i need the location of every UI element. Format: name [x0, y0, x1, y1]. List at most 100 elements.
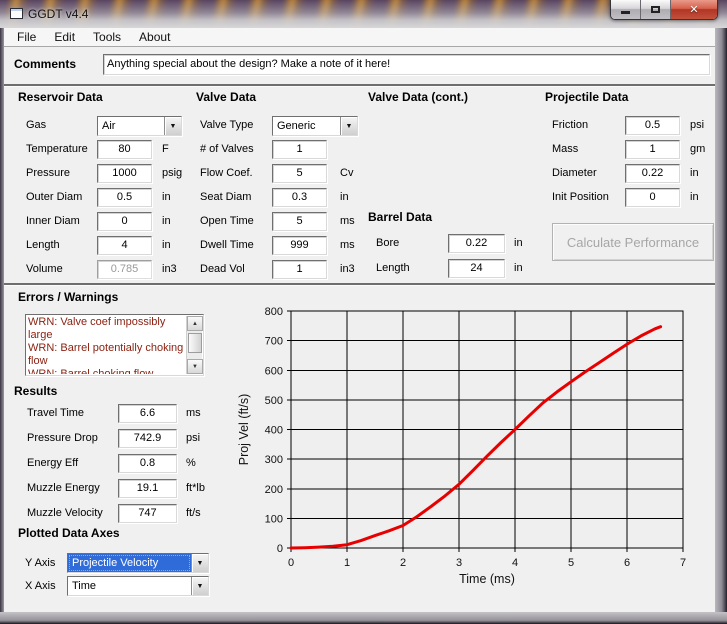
menu-tools[interactable]: Tools: [84, 28, 130, 46]
init-position-input[interactable]: 0: [625, 188, 680, 207]
svg-text:800: 800: [265, 306, 283, 318]
minimize-button[interactable]: [611, 0, 641, 19]
svg-text:0: 0: [288, 557, 294, 569]
svg-text:4: 4: [512, 557, 518, 569]
pressure-unit: psig: [162, 167, 182, 179]
pressure-drop-output[interactable]: 742.9: [118, 429, 177, 448]
friction-input[interactable]: 0.5: [625, 116, 680, 135]
dead-vol-input[interactable]: 1: [272, 260, 327, 279]
comments-input[interactable]: Anything special about the design? Make …: [103, 54, 710, 75]
friction-unit: psi: [690, 119, 704, 131]
travel-time-output[interactable]: 6.6: [118, 404, 177, 423]
scrollbar-thumb[interactable]: [188, 333, 202, 353]
inner-diam-input[interactable]: 0: [97, 212, 152, 231]
x-axis-label: X Axis: [25, 580, 56, 592]
outer-diam-input[interactable]: 0.5: [97, 188, 152, 207]
errors-section-title: Errors / Warnings: [18, 290, 118, 304]
gas-label: Gas: [26, 119, 46, 131]
barrel-length-unit: in: [514, 262, 523, 274]
seat-diam-input[interactable]: 0.3: [272, 188, 327, 207]
chevron-down-icon[interactable]: ▼: [340, 117, 357, 135]
open-time-input[interactable]: 5: [272, 212, 327, 231]
menu-file[interactable]: File: [8, 28, 45, 46]
minimize-icon: [621, 11, 630, 14]
diameter-label: Diameter: [552, 167, 597, 179]
diameter-input[interactable]: 0.22: [625, 164, 680, 183]
gas-combobox[interactable]: Air ▼: [97, 116, 182, 136]
x-axis-value: Time: [68, 577, 191, 595]
reservoir-length-input[interactable]: 4: [97, 236, 152, 255]
svg-text:6: 6: [624, 557, 630, 569]
barrel-length-label: Length: [376, 262, 410, 274]
app-window: GGDT v4.4 ✕ File Edit Tools About Commen…: [0, 0, 727, 624]
svg-text:Time (ms): Time (ms): [459, 572, 515, 586]
menu-about[interactable]: About: [130, 28, 179, 46]
close-button[interactable]: ✕: [671, 0, 717, 19]
comments-label: Comments: [14, 57, 76, 71]
app-icon: [10, 8, 23, 19]
chart-canvas: 012345670100200300400500600700800Time (m…: [232, 293, 712, 609]
init-position-label: Init Position: [552, 191, 609, 203]
svg-text:0: 0: [277, 543, 283, 555]
muzzle-velocity-output[interactable]: 747: [118, 504, 177, 523]
window-frame-bottom: [0, 612, 727, 624]
flow-coef-unit: Cv: [340, 167, 353, 179]
outer-diam-unit: in: [162, 191, 171, 203]
reservoir-length-label: Length: [26, 239, 60, 251]
calculate-performance-button[interactable]: Calculate Performance: [552, 223, 714, 261]
flow-coef-input[interactable]: 5: [272, 164, 327, 183]
energy-eff-unit: %: [186, 457, 196, 469]
errors-scrollbar[interactable]: ▲ ▼: [186, 316, 202, 374]
volume-display: 0.785: [97, 260, 152, 279]
dwell-time-input[interactable]: 999: [272, 236, 327, 255]
num-valves-input[interactable]: 1: [272, 140, 327, 159]
separator-top: [4, 84, 715, 86]
warning-item[interactable]: WRN: Barrel choking flow: [28, 368, 185, 374]
inner-diam-label: Inner Diam: [26, 215, 80, 227]
muzzle-energy-unit: ft*lb: [186, 482, 205, 494]
travel-time-label: Travel Time: [27, 407, 84, 419]
svg-text:1: 1: [344, 557, 350, 569]
gas-value: Air: [98, 117, 164, 135]
valve-type-combobox[interactable]: Generic ▼: [272, 116, 358, 136]
chevron-down-icon[interactable]: ▼: [164, 117, 181, 135]
client-area: File Edit Tools About Comments Anything …: [4, 28, 715, 612]
temperature-input[interactable]: 80: [97, 140, 152, 159]
init-position-unit: in: [690, 191, 699, 203]
bore-input[interactable]: 0.22: [448, 234, 505, 253]
muzzle-velocity-label: Muzzle Velocity: [27, 507, 103, 519]
chevron-down-icon[interactable]: ▼: [191, 577, 208, 595]
warning-item[interactable]: WRN: Barrel potentially choking flow: [28, 342, 185, 368]
title-bar[interactable]: GGDT v4.4 ✕: [0, 0, 727, 28]
energy-eff-output[interactable]: 0.8: [118, 454, 177, 473]
bore-label: Bore: [376, 237, 399, 249]
inner-diam-unit: in: [162, 215, 171, 227]
volume-unit: in3: [162, 263, 177, 275]
x-axis-combobox[interactable]: Time ▼: [67, 576, 209, 596]
muzzle-energy-output[interactable]: 19.1: [118, 479, 177, 498]
y-axis-combobox[interactable]: Projectile Velocity ▼: [67, 553, 209, 573]
barrel-length-input[interactable]: 24: [448, 259, 505, 278]
menu-edit[interactable]: Edit: [45, 28, 84, 46]
mass-input[interactable]: 1: [625, 140, 680, 159]
barrel-section-title: Barrel Data: [368, 210, 432, 224]
reservoir-section-title: Reservoir Data: [18, 90, 103, 104]
maximize-button[interactable]: [641, 0, 671, 19]
pressure-drop-label: Pressure Drop: [27, 432, 98, 444]
svg-text:7: 7: [680, 557, 686, 569]
svg-text:5: 5: [568, 557, 574, 569]
chevron-down-icon[interactable]: ▼: [191, 554, 208, 572]
errors-listbox[interactable]: WRN: Valve coef impossibly large WRN: Ba…: [25, 314, 204, 376]
flow-coef-label: Flow Coef.: [200, 167, 253, 179]
pressure-input[interactable]: 1000: [97, 164, 152, 183]
window-title: GGDT v4.4: [28, 7, 88, 21]
scroll-up-icon[interactable]: ▲: [187, 316, 203, 331]
scroll-down-icon[interactable]: ▼: [187, 359, 203, 374]
results-section-title: Results: [14, 384, 57, 398]
temperature-unit: F: [162, 143, 169, 155]
valve-section-title: Valve Data: [196, 90, 256, 104]
dwell-time-unit: ms: [340, 239, 355, 251]
maximize-icon: [651, 6, 660, 13]
friction-label: Friction: [552, 119, 588, 131]
warning-item[interactable]: WRN: Valve coef impossibly large: [28, 316, 185, 342]
